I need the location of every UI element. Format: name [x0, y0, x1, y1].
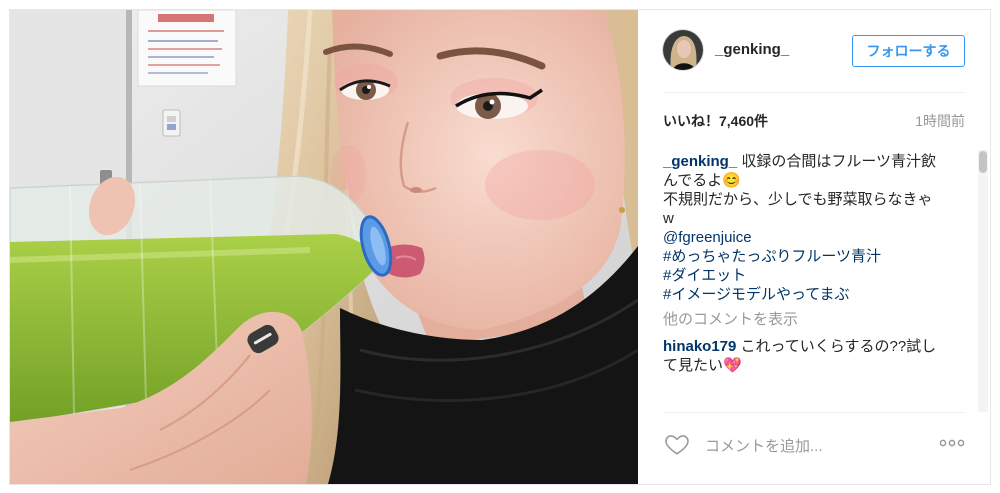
photo-blush — [485, 150, 595, 220]
sign-text-line — [148, 48, 222, 50]
post-photo-image — [10, 10, 638, 484]
caption: _genking_ 収録の合間はフルーツ青汁飲んでるよ😊 不規則だから、少しでも… — [663, 152, 942, 304]
photo-wall-sign — [137, 10, 237, 87]
caption-text: 不規則だから、少しでも野菜取らなきゃw — [663, 191, 933, 227]
post-actions — [663, 412, 965, 485]
follow-button[interactable]: フォローする — [852, 35, 965, 67]
sign-text-line — [148, 40, 218, 42]
mention-link[interactable]: @fgreenjuice — [663, 228, 942, 247]
avatar[interactable] — [663, 30, 703, 70]
more-options-icon — [939, 439, 965, 447]
post-card: _genking_ フォローする いいね！7,460件 1時間前 _genkin… — [9, 9, 991, 485]
switch-button — [167, 116, 176, 122]
header-username-link[interactable]: _genking_ — [715, 40, 789, 60]
more-options-button[interactable] — [939, 437, 965, 449]
photo-nostril — [410, 187, 422, 193]
scrollbar-thumb[interactable] — [979, 151, 987, 173]
photo-light-switch — [162, 109, 181, 137]
comment-item: hinako179 これっていくらするの??試して見たい💖 — [663, 337, 942, 375]
likes-count[interactable]: いいね！7,460件 — [663, 113, 768, 129]
hashtag-link[interactable]: #ダイエット — [663, 266, 942, 285]
load-more-comments-button[interactable]: 他のコメントを表示 — [663, 310, 965, 329]
sign-title-line — [158, 14, 214, 22]
more-options-dot — [957, 439, 965, 447]
photo-earring — [619, 207, 625, 213]
photo-eye-right-highlight — [489, 99, 495, 105]
post-photo[interactable] — [10, 10, 638, 484]
hashtag-link[interactable]: #めっちゃたっぷりフルーツ青汁 — [663, 247, 942, 266]
post-header: _genking_ フォローする — [663, 10, 965, 93]
avatar-face — [677, 40, 691, 58]
avatar-image — [663, 30, 703, 70]
comments-list[interactable]: _genking_ 収録の合間はフルーツ青汁飲んでるよ😊 不規則だから、少しでも… — [663, 152, 965, 410]
add-comment-input[interactable] — [705, 435, 925, 457]
caption-author-link[interactable]: _genking_ — [663, 153, 737, 170]
like-button[interactable] — [663, 431, 691, 457]
heart-icon — [665, 435, 689, 455]
likes-row: いいね！7,460件 1時間前 — [663, 108, 965, 134]
more-options-dot — [939, 439, 947, 447]
caption-paragraph: _genking_ 収録の合間はフルーツ青汁飲んでるよ😊 — [663, 152, 942, 190]
photo-eye-left-highlight — [367, 85, 371, 89]
more-options-dot — [948, 439, 956, 447]
post-timestamp[interactable]: 1時間前 — [915, 108, 965, 134]
comments-scrollbar[interactable] — [978, 150, 988, 412]
sign-text-line — [148, 72, 208, 74]
post-details-panel: _genking_ フォローする いいね！7,460件 1時間前 _genkin… — [638, 10, 990, 484]
switch-button — [167, 124, 176, 130]
switch-plate — [162, 109, 181, 137]
hashtag-link[interactable]: #イメージモデルやってまぶ — [663, 285, 942, 304]
heart-icon-path — [665, 435, 689, 455]
sign-text-line — [148, 64, 220, 66]
comment-author-link[interactable]: hinako179 — [663, 338, 736, 355]
sign-text-line — [148, 30, 224, 32]
sign-text-line — [148, 56, 214, 58]
